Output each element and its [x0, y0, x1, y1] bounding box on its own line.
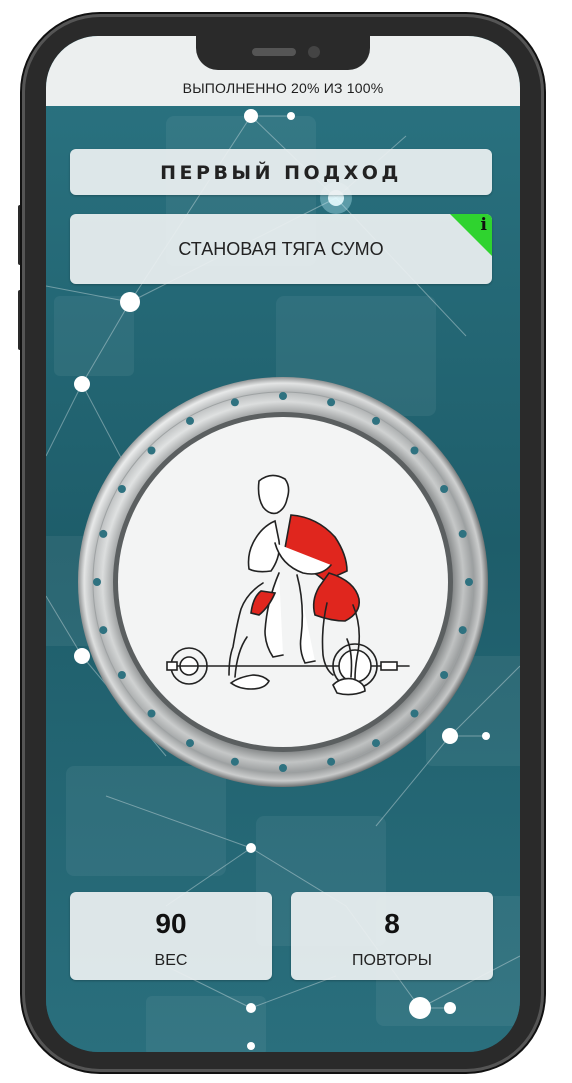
- phone-notch: [196, 36, 370, 70]
- porthole-bolt: [372, 739, 380, 748]
- speaker-grille: [252, 48, 296, 56]
- weight-card[interactable]: 90 ВЕС: [70, 892, 272, 980]
- porthole-bolt: [117, 671, 126, 679]
- info-icon[interactable]: i: [481, 215, 487, 235]
- set-title: ПЕРВЫЙ ПОДХОД: [160, 162, 402, 184]
- reps-value: 8: [384, 908, 400, 939]
- porthole-bolt: [279, 392, 287, 400]
- front-camera: [308, 46, 320, 58]
- porthole-bolt: [99, 626, 108, 635]
- porthole-bolt: [147, 446, 156, 455]
- weight-value: 90: [155, 908, 187, 939]
- exercise-illustration-frame: [78, 377, 488, 787]
- porthole-bolt: [117, 485, 126, 493]
- set-title-card: ПЕРВЫЙ ПОДХОД: [70, 149, 492, 195]
- porthole-bolt: [410, 709, 419, 718]
- porthole-bolt: [410, 446, 419, 455]
- porthole-bolt: [186, 416, 194, 425]
- porthole-bolt: [147, 709, 156, 718]
- porthole-bolt: [327, 398, 336, 407]
- porthole-bolt: [327, 757, 336, 766]
- porthole-bolt: [440, 485, 449, 493]
- reps-card[interactable]: 8 ПОВТОРЫ: [291, 892, 493, 980]
- porthole-bolt: [230, 757, 239, 766]
- app-screen: ВЫПОЛНЕННО 20% ИЗ 100% ПЕРВЫЙ ПОДХОД СТА…: [46, 36, 520, 1052]
- porthole-bolt: [458, 529, 467, 538]
- porthole-bolt: [279, 764, 287, 772]
- reps-label: ПОВТОРЫ: [352, 952, 432, 969]
- porthole-bolt: [230, 398, 239, 407]
- porthole-bolt: [458, 626, 467, 635]
- porthole-bolt: [93, 578, 101, 586]
- exercise-name: СТАНОВАЯ ТЯГА СУМО: [178, 239, 384, 259]
- porthole-bolt: [372, 416, 380, 425]
- porthole-bolt: [465, 578, 473, 586]
- porthole-bolt: [186, 739, 194, 748]
- exercise-card[interactable]: СТАНОВАЯ ТЯГА СУМО i: [70, 214, 492, 284]
- porthole-bolt: [440, 671, 449, 679]
- weight-label: ВЕС: [154, 952, 188, 969]
- progress-text: ВЫПОЛНЕННО 20% ИЗ 100%: [182, 80, 384, 96]
- porthole-bolt: [99, 529, 108, 538]
